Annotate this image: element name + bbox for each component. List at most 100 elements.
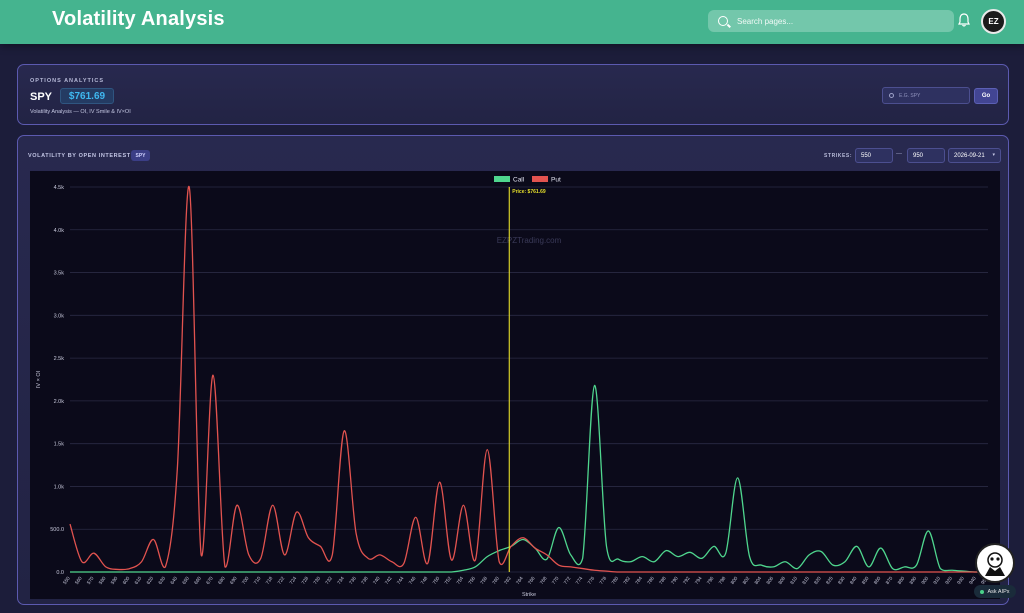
- strikes-label: STRIKES:: [824, 153, 853, 159]
- options-summary-panel: OPTIONS ANALYTICS SPY $761.69 Volatility…: [17, 64, 1009, 125]
- range-dash: —: [896, 151, 902, 157]
- x-tick-label: 900: [921, 575, 931, 585]
- x-tick-label: 732: [324, 575, 334, 585]
- x-tick-label: 560: [74, 575, 84, 585]
- search-input[interactable]: [737, 16, 937, 26]
- x-tick-label: 784: [634, 575, 644, 585]
- x-tick-label: 804: [754, 575, 764, 585]
- x-tick-label: 762: [503, 575, 513, 585]
- x-tick-label: 754: [456, 575, 466, 585]
- ai-assistant-mascot-icon[interactable]: [975, 543, 1015, 583]
- x-tick-label: 700: [241, 575, 251, 585]
- x-tick-label: 742: [384, 575, 394, 585]
- ticker-search-field[interactable]: [882, 87, 970, 104]
- x-tick-label: 890: [909, 575, 919, 585]
- chart-area: 0.0 500.0 1.0k 1.5k 2.0k 2.5k 3.0k 3.5k 4.0k 4.5k…: [30, 171, 1000, 599]
- x-tick-label: 630: [158, 575, 168, 585]
- x-tick-label: 620: [146, 575, 156, 585]
- x-tick-label: 650: [181, 575, 191, 585]
- x-tick-label: 752: [444, 575, 454, 585]
- x-tick-label: 820: [813, 575, 823, 585]
- ask-ai-button[interactable]: Ask AIPx: [974, 585, 1016, 598]
- avatar[interactable]: EZ: [981, 9, 1006, 34]
- volatility-chart: 0.0 500.0 1.0k 1.5k 2.0k 2.5k 3.0k 3.5k 4.0k 4.5k…: [36, 176, 990, 598]
- x-tick-label: 738: [360, 575, 370, 585]
- strike-max-input[interactable]: 950: [907, 148, 945, 163]
- x-tick-label: 570: [86, 575, 96, 585]
- x-tick-label: 750: [432, 575, 442, 585]
- x-tick-label: 640: [169, 575, 179, 585]
- y-tick-label: 2.5k: [54, 356, 65, 362]
- x-tick-label: 718: [265, 575, 275, 585]
- expiry-select[interactable]: 2026-09-21 ▾: [948, 148, 1001, 163]
- x-tick-label: 758: [479, 575, 489, 585]
- chevron-down-icon: ▾: [992, 152, 995, 158]
- ticker-symbol: SPY: [30, 91, 53, 103]
- x-tick-label: 815: [801, 575, 811, 585]
- x-tick-label: 920: [944, 575, 954, 585]
- ticker-input[interactable]: [899, 92, 969, 99]
- x-tick-label: 728: [301, 575, 311, 585]
- legend-label-put[interactable]: Put: [551, 177, 561, 184]
- ticker-badge: SPY: [131, 150, 150, 161]
- x-tick-label: 770: [551, 575, 561, 585]
- x-tick-label: 870: [885, 575, 895, 585]
- y-tick-label: 1.0k: [54, 484, 65, 490]
- x-tick-label: 790: [670, 575, 680, 585]
- search-box[interactable]: [708, 10, 954, 32]
- x-tick-label: 796: [706, 575, 716, 585]
- y-tick-label: 2.0k: [54, 399, 65, 405]
- x-tick-label: 910: [932, 575, 942, 585]
- watermark: EZPZTrading.com: [497, 236, 562, 245]
- x-tick-label: 766: [527, 575, 537, 585]
- section-eyebrow: OPTIONS ANALYTICS: [30, 78, 105, 84]
- x-tick-label: 794: [694, 575, 704, 585]
- x-tick-label: 690: [229, 575, 239, 585]
- x-tick-label: 580: [98, 575, 108, 585]
- search-icon: [718, 16, 728, 26]
- legend-label-call[interactable]: Call: [513, 177, 525, 184]
- x-tick-label: 806: [766, 575, 776, 585]
- legend-swatch-put[interactable]: [532, 176, 548, 182]
- y-tick-label: 0.0: [56, 570, 64, 576]
- y-tick-label: 1.5k: [54, 442, 65, 448]
- x-tick-label: 802: [742, 575, 752, 585]
- x-tick-label: 756: [467, 575, 477, 585]
- x-tick-label: 734: [336, 575, 346, 585]
- legend-swatch-call[interactable]: [494, 176, 510, 182]
- ask-ai-label: Ask AIPx: [987, 588, 1010, 595]
- x-tick-label: 772: [563, 575, 573, 585]
- x-tick-label: 730: [312, 575, 322, 585]
- x-tick-label: 660: [193, 575, 203, 585]
- x-tick-label: 850: [861, 575, 871, 585]
- x-tick-label: 724: [289, 575, 299, 585]
- x-tick-label: 740: [372, 575, 382, 585]
- x-tick-label: 722: [277, 575, 287, 585]
- x-tick-label: 800: [730, 575, 740, 585]
- avatar-text: EZ: [988, 17, 999, 26]
- x-tick-label: 748: [420, 575, 430, 585]
- x-tick-label: 680: [217, 575, 227, 585]
- y-tick-label: 4.5k: [54, 185, 65, 191]
- bell-icon[interactable]: [958, 13, 970, 27]
- y-tick-label: 500.0: [50, 527, 64, 533]
- go-button[interactable]: Go: [974, 88, 998, 104]
- x-tick-label: 736: [348, 575, 358, 585]
- y-axis-label: IV × OI: [36, 370, 42, 388]
- x-tick-label: 786: [646, 575, 656, 585]
- price-badge: $761.69: [60, 88, 114, 104]
- x-tick-label: 810: [789, 575, 799, 585]
- strike-min-input[interactable]: 550: [855, 148, 893, 163]
- x-tick-label: 760: [491, 575, 501, 585]
- x-tick-label: 808: [777, 575, 787, 585]
- x-tick-label: 600: [122, 575, 132, 585]
- x-tick-label: 840: [849, 575, 859, 585]
- x-axis-label: Strike: [522, 592, 536, 598]
- x-tick-label: 550: [62, 575, 72, 585]
- page-title: Volatility Analysis: [52, 8, 225, 30]
- x-tick-label: 768: [539, 575, 549, 585]
- x-tick-label: 778: [599, 575, 609, 585]
- x-tick-label: 590: [110, 575, 120, 585]
- x-tick-label: 764: [515, 575, 525, 585]
- x-tick-label: 880: [897, 575, 907, 585]
